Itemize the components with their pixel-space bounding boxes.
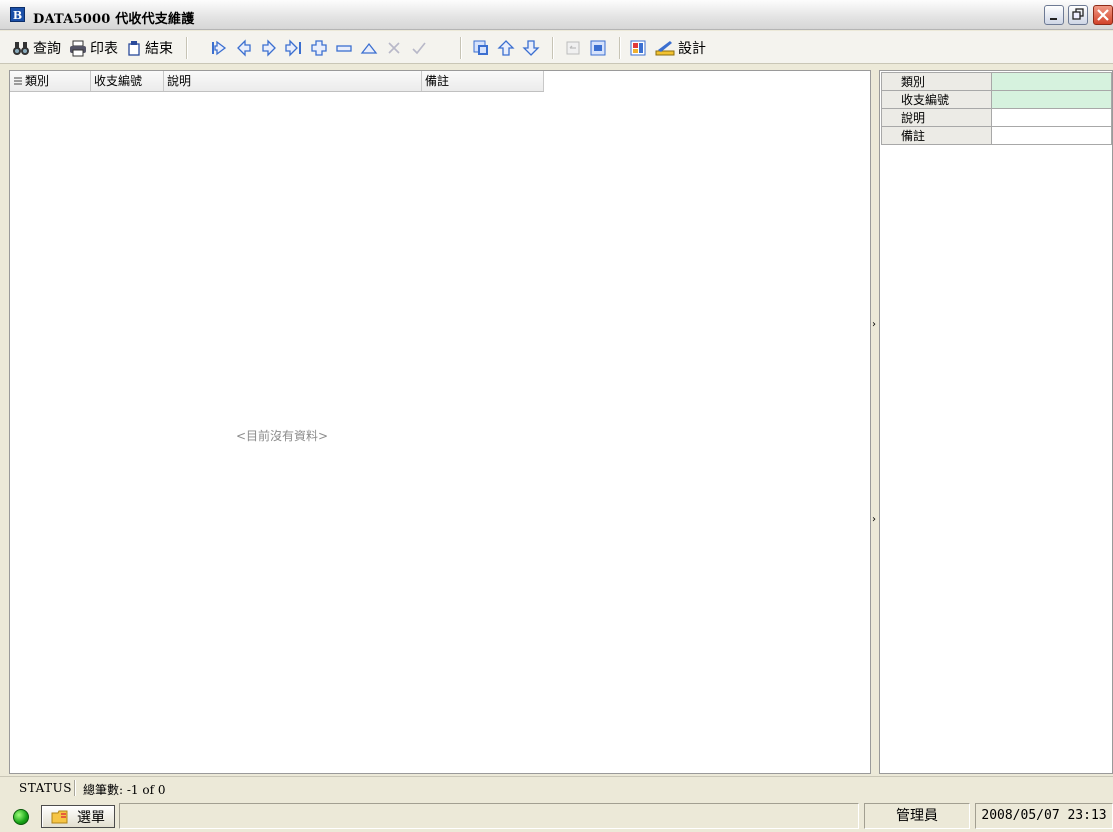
detail-row: 收支編號	[881, 90, 1113, 109]
design-label: 設計	[678, 41, 706, 57]
add-record-icon[interactable]	[310, 39, 328, 57]
close-window-button[interactable]	[1093, 5, 1113, 25]
grid-header: 類別 收支編號 說明 備註	[10, 71, 544, 92]
panel-splitter[interactable]: › ›	[871, 70, 879, 774]
design-button[interactable]: 設計	[655, 38, 706, 58]
delete-record-icon[interactable]	[335, 39, 353, 57]
datetime-display: 2008/05/07 23:13	[975, 803, 1113, 829]
layout-icon[interactable]	[629, 39, 647, 57]
column-header-id[interactable]: 收支編號	[90, 71, 163, 91]
field-label-description: 說明	[881, 108, 992, 127]
design-icon	[655, 41, 675, 56]
edit-record-icon[interactable]	[360, 39, 378, 57]
first-record-icon[interactable]	[210, 39, 228, 57]
field-label-note: 備註	[881, 126, 992, 145]
close-icon	[1097, 9, 1109, 21]
confirm-icon[interactable]	[410, 39, 428, 57]
minimize-icon	[1050, 18, 1057, 20]
restore-icon	[1072, 8, 1084, 20]
next-record-icon[interactable]	[260, 39, 278, 57]
toolbar-separator	[460, 37, 462, 59]
detail-row: 備註	[881, 126, 1113, 145]
sql-icon[interactable]	[589, 39, 607, 57]
status-separator	[74, 780, 76, 796]
column-header-category[interactable]: 類別	[22, 71, 90, 91]
field-label-category: 類別	[881, 72, 992, 91]
toolbar-separator	[186, 37, 188, 59]
user-name: 管理員	[864, 803, 970, 829]
toolbar-separator	[552, 37, 554, 59]
printer-icon	[70, 40, 86, 57]
previous-record-icon[interactable]	[235, 39, 253, 57]
move-down-icon[interactable]	[522, 39, 540, 57]
close-button[interactable]: 結束	[126, 38, 173, 58]
print-button[interactable]: 印表	[69, 38, 118, 58]
field-input-description[interactable]	[990, 108, 1113, 127]
app-icon[interactable]: B	[10, 7, 25, 22]
detail-row: 類別	[881, 72, 1113, 91]
exit-icon	[128, 41, 140, 56]
data-grid[interactable]: 類別 收支編號 說明 備註 <目前沒有資料>	[9, 70, 871, 774]
move-up-icon[interactable]	[497, 39, 515, 57]
undo-icon[interactable]	[564, 39, 582, 57]
print-label: 印表	[90, 41, 118, 57]
folder-icon	[51, 810, 68, 823]
detail-table: 類別 收支編號 說明 備註	[881, 72, 1113, 145]
menu-label: 選單	[77, 809, 105, 826]
last-record-icon[interactable]	[285, 39, 303, 57]
query-button[interactable]: 查詢	[12, 38, 61, 58]
copy-record-icon[interactable]	[472, 39, 490, 57]
title-bar: B DATA5000 代收代支維護	[0, 0, 1113, 30]
detail-row: 說明	[881, 108, 1113, 127]
message-panel	[119, 803, 859, 829]
menu-button[interactable]: 選單	[41, 805, 115, 828]
field-input-note[interactable]	[990, 126, 1113, 145]
status-label: STATUS	[19, 781, 72, 795]
toolbar: 查詢 印表 結束 設計	[0, 31, 1113, 64]
restore-button[interactable]	[1068, 5, 1088, 25]
window-title: DATA5000 代收代支維護	[33, 12, 195, 27]
toolbar-separator	[619, 37, 621, 59]
minimize-button[interactable]	[1044, 5, 1064, 25]
detail-panel: 類別 收支編號 說明 備註	[879, 70, 1113, 774]
chevron-right-icon[interactable]: ›	[872, 514, 876, 525]
status-bar: STATUS 總筆數: -1 of 0	[0, 776, 1113, 798]
connection-status-icon	[13, 809, 29, 825]
query-label: 查詢	[33, 41, 61, 57]
record-count: 總筆數: -1 of 0	[83, 783, 166, 797]
close-label: 結束	[145, 41, 173, 57]
column-header-note[interactable]: 備註	[421, 71, 544, 91]
field-input-id[interactable]	[990, 90, 1113, 109]
cancel-icon[interactable]	[385, 39, 403, 57]
field-label-id: 收支編號	[881, 90, 992, 109]
chevron-right-icon[interactable]: ›	[872, 319, 876, 330]
field-input-category[interactable]	[990, 72, 1113, 91]
column-header-description[interactable]: 說明	[163, 71, 421, 91]
binoculars-icon	[13, 42, 29, 55]
empty-message: <目前沒有資料>	[236, 429, 329, 443]
